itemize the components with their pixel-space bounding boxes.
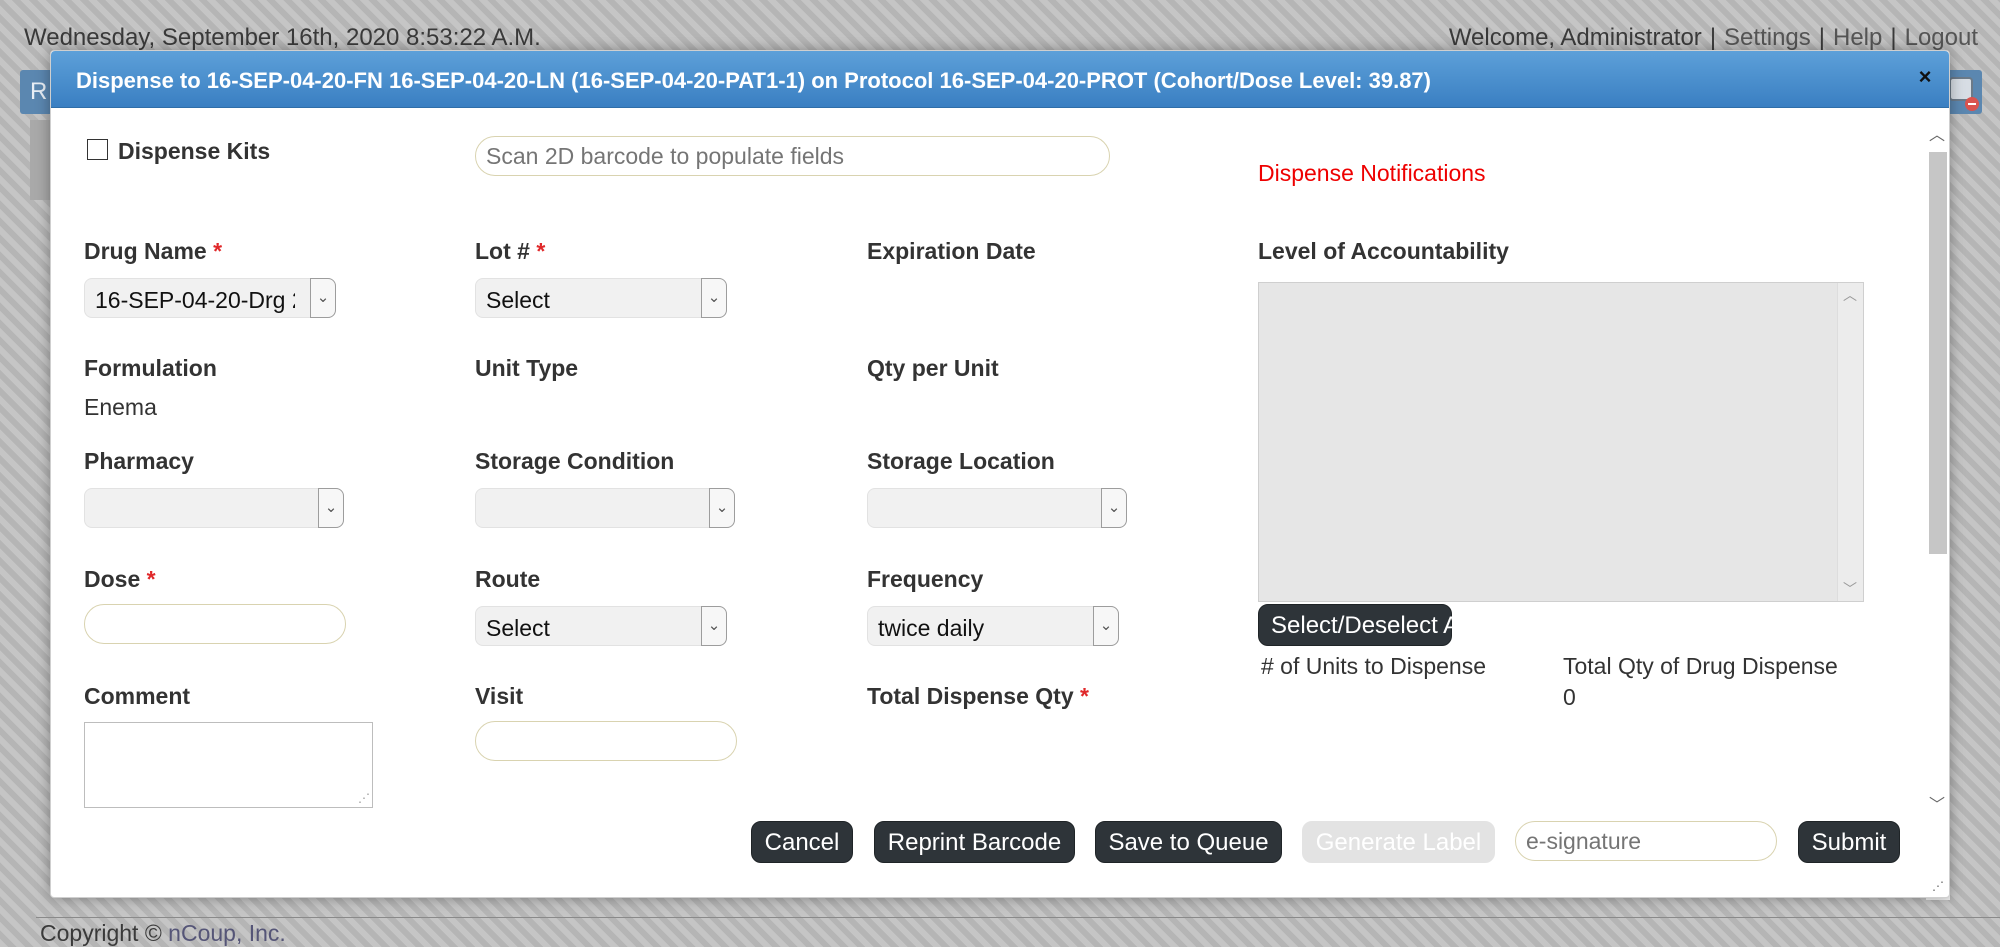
comment-textarea[interactable]: ⋰ <box>84 722 373 808</box>
submit-button[interactable]: Submit <box>1798 821 1900 863</box>
required-marker: * <box>536 238 546 264</box>
scroll-down-icon[interactable]: ﹀ <box>1838 579 1862 599</box>
storage-location-label: Storage Location <box>867 448 1055 474</box>
listbox-scrollbar[interactable]: ︿ ﹀ <box>1837 283 1863 601</box>
comment-label: Comment <box>84 683 191 709</box>
required-marker: * <box>213 238 223 264</box>
dialog-header[interactable]: Dispense to 16-SEP-04-20-FN 16-SEP-04-20… <box>51 51 1949 108</box>
scroll-up-icon[interactable]: ︿ <box>1838 285 1862 305</box>
background-navbar-text: R <box>30 78 48 105</box>
lot-label: Lot # * <box>475 238 546 264</box>
generate-label-button[interactable]: Generate Label <box>1302 821 1495 863</box>
visit-input[interactable] <box>475 721 737 761</box>
total-qty-label: Total Qty of Drug Dispense <box>1563 653 1838 679</box>
visit-label: Visit <box>475 683 524 709</box>
cancel-button[interactable]: Cancel <box>751 821 853 863</box>
reprint-barcode-button[interactable]: Reprint Barcode <box>874 821 1075 863</box>
required-marker: * <box>1080 683 1089 709</box>
company-link[interactable]: nCoup, Inc. <box>168 920 286 946</box>
copyright-text: Copyright © <box>40 920 162 946</box>
storage-location-select[interactable]: ⌄ <box>867 488 1127 528</box>
accountability-listbox[interactable]: ︿ ﹀ <box>1258 282 1864 602</box>
expiration-date-label: Expiration Date <box>867 238 1036 264</box>
chevron-down-icon[interactable]: ⌄ <box>310 278 336 318</box>
dispense-kits-checkbox[interactable] <box>87 139 108 160</box>
chevron-down-icon[interactable]: ⌄ <box>1101 488 1127 528</box>
route-label: Route <box>475 566 541 592</box>
lot-select[interactable]: Select ⌄ <box>475 278 727 318</box>
total-qty-value: 0 <box>1563 684 1576 710</box>
lot-value: Select <box>486 287 550 313</box>
logout-link[interactable]: Logout <box>1905 24 1978 51</box>
current-datetime: Wednesday, September 16th, 2020 8:53:22 … <box>24 24 541 51</box>
total-dispense-qty-label: Total Dispense Qty * <box>867 683 1089 709</box>
dialog-scrollbar[interactable]: ︿ ﹀ <box>1925 124 1949 819</box>
welcome-text: Welcome, Administrator <box>1448 24 1702 51</box>
formulation-label: Formulation <box>84 355 217 381</box>
qty-per-unit-label: Qty per Unit <box>867 355 999 381</box>
chevron-down-icon[interactable]: ⌄ <box>701 278 727 318</box>
units-to-dispense-label: # of Units to Dispense <box>1261 653 1487 679</box>
select-deselect-all-button[interactable]: Select/Deselect All <box>1258 604 1470 646</box>
route-select[interactable]: Select ⌄ <box>475 606 727 646</box>
resize-handle-icon[interactable]: ⋰ <box>358 791 370 805</box>
chevron-down-icon[interactable]: ⌄ <box>1093 606 1119 646</box>
nav-separator: | <box>1890 24 1897 51</box>
pharmacy-label: Pharmacy <box>84 448 194 474</box>
drug-name-label: Drug Name * <box>84 238 223 264</box>
required-marker: * <box>146 566 156 592</box>
storage-condition-label: Storage Condition <box>475 448 675 474</box>
help-link[interactable]: Help <box>1833 24 1882 51</box>
save-to-queue-button[interactable]: Save to Queue <box>1095 821 1282 863</box>
dose-input[interactable] <box>84 604 346 644</box>
formulation-value: Enema <box>84 394 157 420</box>
dialog-scrollbar-thumb[interactable] <box>1929 152 1947 554</box>
unit-type-label: Unit Type <box>475 355 579 381</box>
dispense-kits-label: Dispense Kits <box>118 138 271 164</box>
footer: Copyright © nCoup, Inc. <box>40 920 286 947</box>
cart-icon <box>1949 77 1979 111</box>
dose-label: Dose * <box>84 566 156 592</box>
frequency-select[interactable]: twice daily ⌄ <box>867 606 1119 646</box>
pharmacy-select[interactable]: ⌄ <box>84 488 344 528</box>
user-nav: Welcome, Administrator | Settings | Help | Log… <box>1449 24 1978 52</box>
drug-name-value: 16-SEP-04-20-Drg 2 <box>95 287 295 313</box>
drug-name-select[interactable]: 16-SEP-04-20-Drg 2 ⌄ <box>84 278 336 318</box>
barcode-scan-input[interactable] <box>475 136 1110 176</box>
resize-handle-icon[interactable]: ⋰ <box>1931 879 1945 893</box>
scroll-down-icon[interactable]: ﹀ <box>1925 796 1949 816</box>
frequency-label: Frequency <box>867 566 984 592</box>
storage-condition-select[interactable]: ⌄ <box>475 488 735 528</box>
nav-separator: | <box>1709 24 1717 51</box>
dispense-notifications: Dispense Notifications <box>1258 160 1486 186</box>
chevron-down-icon[interactable]: ⌄ <box>709 488 735 528</box>
dialog-title: Dispense to 16-SEP-04-20-FN 16-SEP-04-20… <box>76 68 1431 93</box>
nav-separator: | <box>1818 24 1825 51</box>
chevron-down-icon[interactable]: ⌄ <box>701 606 727 646</box>
footer-divider <box>36 917 2000 918</box>
chevron-down-icon[interactable]: ⌄ <box>318 488 344 528</box>
esignature-input[interactable] <box>1515 821 1777 861</box>
route-value: Select <box>486 615 550 641</box>
settings-link[interactable]: Settings <box>1724 24 1811 51</box>
background-panel <box>30 120 50 200</box>
frequency-value: twice daily <box>878 615 985 641</box>
close-icon[interactable]: × <box>1913 65 1937 89</box>
scroll-up-icon[interactable]: ︿ <box>1925 126 1949 146</box>
accountability-label: Level of Accountability <box>1258 238 1509 264</box>
